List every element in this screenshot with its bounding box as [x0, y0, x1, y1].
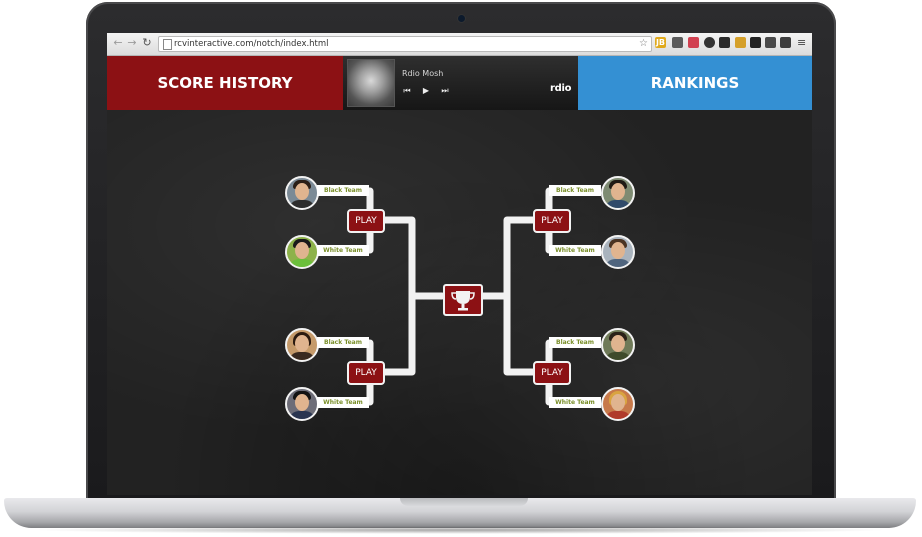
camera-icon: [458, 15, 465, 22]
team-label-white: White Team: [549, 397, 601, 408]
url-text: rcvinteractive.com/notch/index.html: [174, 39, 329, 49]
back-icon[interactable]: ←: [111, 36, 125, 50]
forward-icon[interactable]: →: [125, 36, 139, 50]
music-player: Rdio Mosh ⏮ ▶ ⏭ rdio: [343, 56, 578, 110]
layers-extension-icon[interactable]: [765, 37, 776, 48]
browser-toolbar: ← → ↻ rcvinteractive.com/notch/index.htm…: [107, 33, 812, 56]
team-label-black: Black Team: [549, 185, 601, 196]
reload-icon[interactable]: ↻: [140, 36, 154, 50]
play-button[interactable]: PLAY: [533, 361, 571, 385]
player-avatar[interactable]: [285, 235, 319, 269]
team-label-black: Black Team: [317, 185, 369, 196]
team-label-white: White Team: [549, 245, 601, 256]
previous-track-icon[interactable]: ⏮: [401, 86, 413, 96]
browser-menu-icon[interactable]: ≡: [797, 36, 806, 50]
player-avatar[interactable]: [285, 176, 319, 210]
app-header: SCORE HISTORY Rdio Mosh ⏮ ▶ ⏭ rdio RANKI…: [107, 56, 812, 110]
score-history-button[interactable]: SCORE HISTORY: [107, 56, 343, 110]
address-bar[interactable]: rcvinteractive.com/notch/index.html ☆: [158, 36, 652, 52]
ghostery-extension-icon[interactable]: [704, 37, 715, 48]
player-avatar[interactable]: [601, 328, 635, 362]
screen: ← → ↻ rcvinteractive.com/notch/index.htm…: [107, 33, 812, 495]
play-button[interactable]: PLAY: [347, 361, 385, 385]
player-avatar[interactable]: [285, 328, 319, 362]
bracket-board: Black Team PLAY White Team Black Team PL…: [107, 110, 812, 495]
laptop-base: [4, 498, 916, 528]
play-button[interactable]: PLAY: [533, 209, 571, 233]
laptop-base-notch: [400, 498, 528, 506]
pocket-extension-icon[interactable]: [688, 37, 699, 48]
jb-extension-icon[interactable]: JB: [655, 37, 666, 48]
track-title: Rdio Mosh: [402, 69, 444, 78]
team-label-white: White Team: [317, 245, 369, 256]
player-avatar[interactable]: [601, 387, 635, 421]
player-avatar[interactable]: [285, 387, 319, 421]
bookmark-star-icon[interactable]: ☆: [639, 37, 648, 51]
shield-extension-icon[interactable]: [719, 37, 730, 48]
eyedropper-extension-icon[interactable]: [672, 37, 683, 48]
album-art: [347, 59, 395, 107]
player-avatar[interactable]: [601, 235, 635, 269]
player-avatar[interactable]: [601, 176, 635, 210]
buffer-extension-icon[interactable]: [750, 37, 761, 48]
play-icon[interactable]: ▶: [420, 86, 432, 95]
play-button[interactable]: PLAY: [347, 209, 385, 233]
team-label-black: Black Team: [317, 337, 369, 348]
laptop-shadow: [30, 526, 890, 534]
trophy-icon: [451, 291, 475, 311]
team-label-white: White Team: [317, 397, 369, 408]
page-icon: [163, 39, 172, 50]
hootsuite-extension-icon[interactable]: [735, 37, 746, 48]
team-label-black: Black Team: [549, 337, 601, 348]
rdio-logo: rdio: [550, 83, 572, 94]
next-track-icon[interactable]: ⏭: [439, 86, 451, 96]
evernote-extension-icon[interactable]: [780, 37, 791, 48]
rankings-button[interactable]: RANKINGS: [578, 56, 812, 110]
trophy-badge: [443, 284, 483, 316]
